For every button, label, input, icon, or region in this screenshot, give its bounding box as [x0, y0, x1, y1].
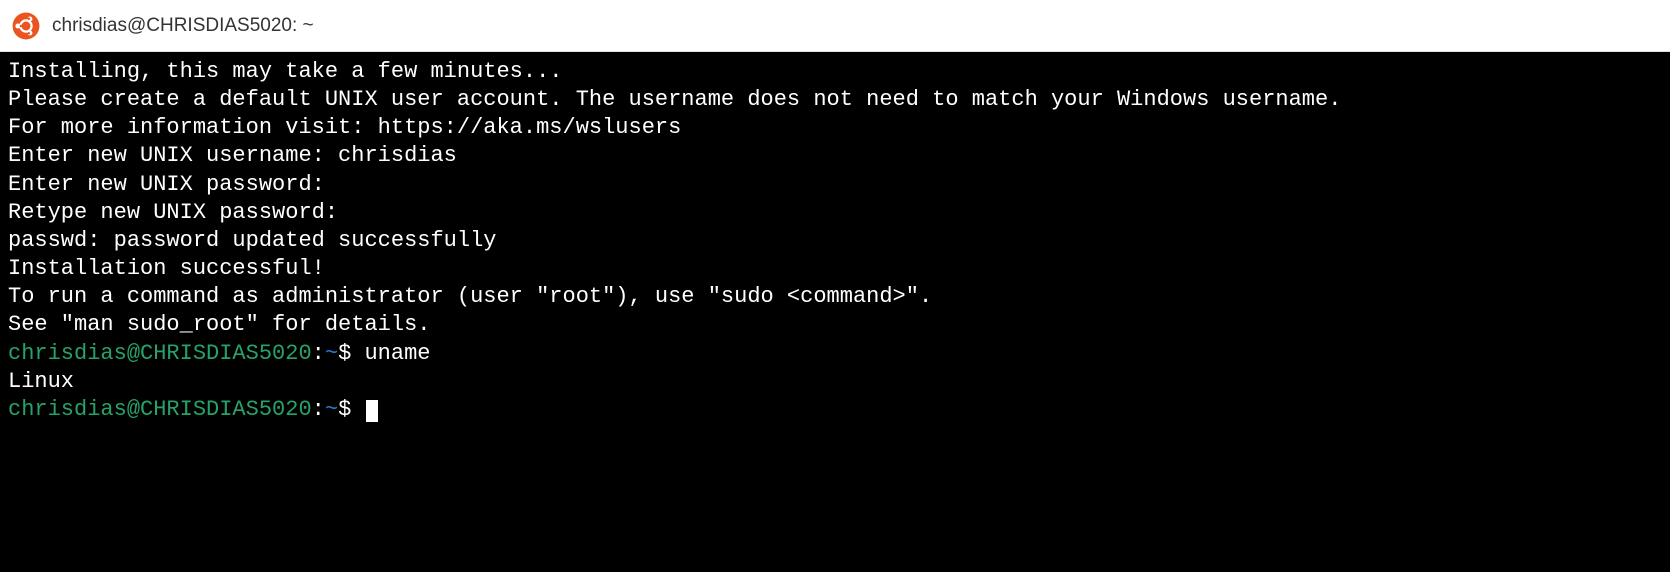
terminal-line: passwd: password updated successfully	[8, 227, 1662, 255]
terminal-prompt-line: chrisdias@CHRISDIAS5020:~$ uname	[8, 340, 1662, 368]
terminal-prompt-line: chrisdias@CHRISDIAS5020:~$	[8, 396, 1662, 424]
terminal-output: Linux	[8, 368, 1662, 396]
window-title: chrisdias@CHRISDIAS5020: ~	[52, 15, 314, 37]
prompt-colon: :	[312, 397, 325, 422]
terminal-line: Installing, this may take a few minutes.…	[8, 58, 1662, 86]
terminal-line: See "man sudo_root" for details.	[8, 311, 1662, 339]
prompt-path: ~	[325, 397, 338, 422]
terminal-line: Installation successful!	[8, 255, 1662, 283]
prompt-dollar: $	[338, 341, 351, 366]
prompt-user-host: chrisdias@CHRISDIAS5020	[8, 397, 312, 422]
terminal-line: To run a command as administrator (user …	[8, 283, 1662, 311]
cursor-icon	[366, 400, 378, 422]
terminal-line: For more information visit: https://aka.…	[8, 114, 1662, 142]
prompt-user-host: chrisdias@CHRISDIAS5020	[8, 341, 312, 366]
ubuntu-icon	[12, 12, 40, 40]
prompt-colon: :	[312, 341, 325, 366]
command-text: uname	[364, 341, 430, 366]
terminal-line: Enter new UNIX password:	[8, 171, 1662, 199]
terminal-body[interactable]: Installing, this may take a few minutes.…	[0, 52, 1670, 572]
terminal-line: Please create a default UNIX user accoun…	[8, 86, 1662, 114]
terminal-line: Enter new UNIX username: chrisdias	[8, 142, 1662, 170]
window-titlebar[interactable]: chrisdias@CHRISDIAS5020: ~	[0, 0, 1670, 52]
prompt-path: ~	[325, 341, 338, 366]
prompt-dollar: $	[338, 397, 351, 422]
terminal-line: Retype new UNIX password:	[8, 199, 1662, 227]
terminal-window: chrisdias@CHRISDIAS5020: ~ Installing, t…	[0, 0, 1670, 572]
